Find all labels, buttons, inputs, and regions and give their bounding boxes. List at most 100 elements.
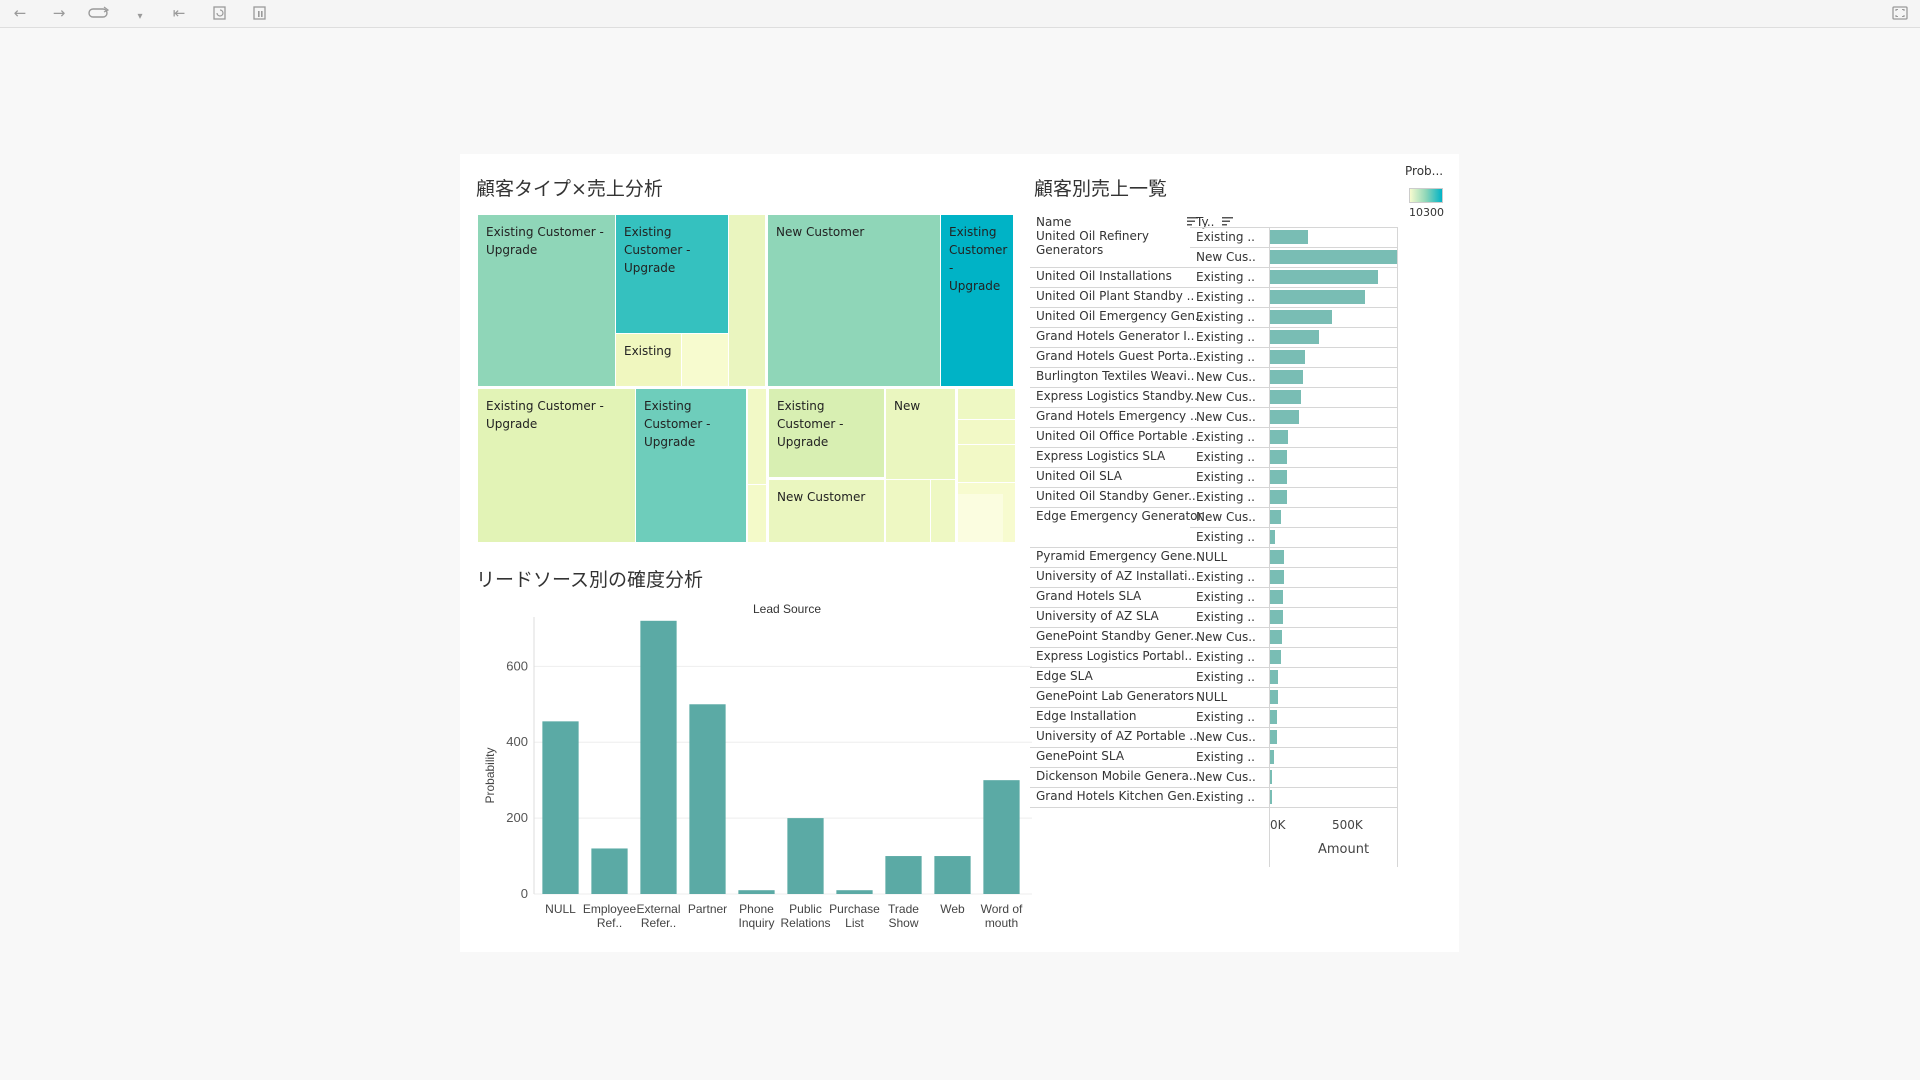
treemap-cell-existing-customer-upgrade[interactable]: Existing Customer - Upgrade — [636, 389, 746, 542]
row-divider — [1030, 567, 1397, 568]
amount-bar[interactable] — [1270, 370, 1303, 384]
treemap-cell-existing-customer-upgrade[interactable]: Existing Customer - Upgrade — [616, 215, 728, 333]
amount-bar[interactable] — [1270, 270, 1378, 284]
treemap-cell[interactable] — [682, 334, 728, 386]
bar[interactable] — [983, 780, 1020, 894]
treemap-cell-existing-customer-upgrade[interactable]: Existing Customer - Upgrade — [941, 215, 1013, 386]
treemap-cell-existing-customer-upgrade[interactable]: Existing Customer - Upgrade — [769, 389, 884, 477]
amount-bar[interactable] — [1270, 390, 1301, 404]
treemap-cell-new-customer[interactable]: New Customer — [768, 215, 940, 386]
customer-name: GenePoint Lab Generators — [1036, 689, 1194, 703]
amount-bar[interactable] — [1270, 550, 1284, 564]
customer-type: Existing .. — [1196, 490, 1255, 504]
amount-bar[interactable] — [1270, 610, 1283, 624]
amount-axis-line — [1269, 227, 1270, 867]
customer-type: Existing .. — [1196, 470, 1255, 484]
amount-bar[interactable] — [1270, 630, 1282, 644]
row-divider — [1030, 727, 1397, 728]
customer-name: United Oil Plant Standby .. — [1036, 289, 1195, 303]
dropdown-icon[interactable]: ▾ — [129, 6, 151, 28]
y-tick-label: 600 — [506, 658, 528, 673]
treemap-cell[interactable] — [729, 215, 765, 386]
customer-type: Existing .. — [1196, 430, 1255, 444]
col-header-name[interactable]: Name — [1036, 215, 1199, 229]
amount-bar[interactable] — [1270, 530, 1275, 544]
amount-bar[interactable] — [1270, 410, 1299, 424]
pause-icon[interactable] — [249, 2, 271, 24]
refresh-icon[interactable] — [209, 2, 231, 24]
treemap-cell-new-customer[interactable]: New Customer — [769, 480, 884, 542]
customer-type: New Cus.. — [1196, 410, 1256, 424]
customer-name: Pyramid Emergency Gene.. — [1036, 549, 1200, 563]
customer-name: University of AZ SLA — [1036, 609, 1159, 623]
amount-bar[interactable] — [1270, 250, 1398, 264]
axis-title: Amount — [1318, 842, 1370, 857]
amount-bar[interactable] — [1270, 730, 1277, 744]
treemap-cell-existing-customer-upgrade[interactable]: Existing Customer - Upgrade — [478, 215, 615, 386]
treemap-cell-existing[interactable]: Existing — [616, 334, 681, 386]
bar[interactable] — [787, 818, 824, 894]
forward-arrow-icon[interactable]: → — [48, 2, 70, 24]
bar[interactable] — [542, 721, 579, 894]
amount-bar[interactable] — [1270, 310, 1332, 324]
customer-type: New Cus.. — [1196, 630, 1256, 644]
treemap-cell-existing-customer-upgrade[interactable]: Existing Customer - Upgrade — [478, 389, 635, 542]
amount-bar[interactable] — [1270, 570, 1284, 584]
row-divider — [1030, 487, 1397, 488]
amount-bar[interactable] — [1270, 450, 1287, 464]
x-tick-label: External — [636, 902, 680, 916]
sales-table: Name Ty.. United Oil Refinery Generators E… — [1030, 215, 1460, 875]
amount-bar[interactable] — [1270, 510, 1281, 524]
amount-bar[interactable] — [1270, 690, 1278, 704]
bar[interactable] — [738, 890, 775, 894]
bar[interactable] — [836, 890, 873, 894]
x-tick-label: Phone — [739, 902, 774, 916]
amount-bar[interactable] — [1270, 470, 1287, 484]
treemap-cell[interactable] — [886, 480, 930, 542]
customer-name: United Oil Emergency Gen.. — [1036, 309, 1203, 323]
customer-type: Existing .. — [1196, 230, 1255, 244]
amount-bar[interactable] — [1270, 590, 1283, 604]
back-arrow-icon[interactable]: ← — [9, 2, 31, 24]
row-divider — [1030, 587, 1397, 588]
bar[interactable] — [640, 620, 677, 894]
amount-bar[interactable] — [1270, 710, 1277, 724]
amount-bar[interactable] — [1270, 330, 1319, 344]
treemap-cell[interactable] — [748, 485, 766, 542]
treemap-cell[interactable] — [748, 389, 766, 484]
customer-type: Existing .. — [1196, 570, 1255, 584]
amount-bar[interactable] — [1270, 350, 1305, 364]
row-divider — [1190, 247, 1397, 248]
treemap-cell-new[interactable]: New — [886, 389, 955, 479]
treemap-cell[interactable] — [931, 480, 955, 542]
bar[interactable] — [591, 848, 628, 894]
treemap-cell[interactable] — [958, 494, 1003, 542]
treemap-cell[interactable] — [958, 420, 1015, 444]
bar[interactable] — [885, 856, 922, 894]
amount-bar[interactable] — [1270, 670, 1278, 684]
customer-name: United Oil SLA — [1036, 469, 1122, 483]
amount-bar[interactable] — [1270, 770, 1272, 784]
bar[interactable] — [934, 856, 971, 894]
amount-bar[interactable] — [1270, 790, 1272, 804]
row-divider — [1030, 707, 1397, 708]
x-tick-label: Partner — [688, 902, 727, 916]
row-divider — [1030, 327, 1397, 328]
redo-icon[interactable] — [88, 2, 110, 24]
row-divider — [1030, 627, 1397, 628]
amount-bar[interactable] — [1270, 750, 1274, 764]
amount-bar[interactable] — [1270, 650, 1281, 664]
fullscreen-icon[interactable] — [1889, 2, 1911, 24]
x-tick-label: Word of — [981, 902, 1023, 916]
amount-bar[interactable] — [1270, 490, 1287, 504]
amount-bar[interactable] — [1270, 290, 1365, 304]
amount-bar[interactable] — [1270, 230, 1308, 244]
treemap-cell[interactable] — [958, 389, 1015, 419]
row-divider — [1030, 547, 1397, 548]
first-page-icon[interactable]: ⇤ — [168, 2, 190, 24]
amount-bar[interactable] — [1270, 430, 1288, 444]
treemap-cell[interactable] — [958, 445, 1015, 482]
chart-top-label: Lead Source — [753, 602, 821, 616]
treemap-title: 顧客タイプ×売上分析 — [476, 178, 663, 200]
bar[interactable] — [689, 704, 726, 894]
